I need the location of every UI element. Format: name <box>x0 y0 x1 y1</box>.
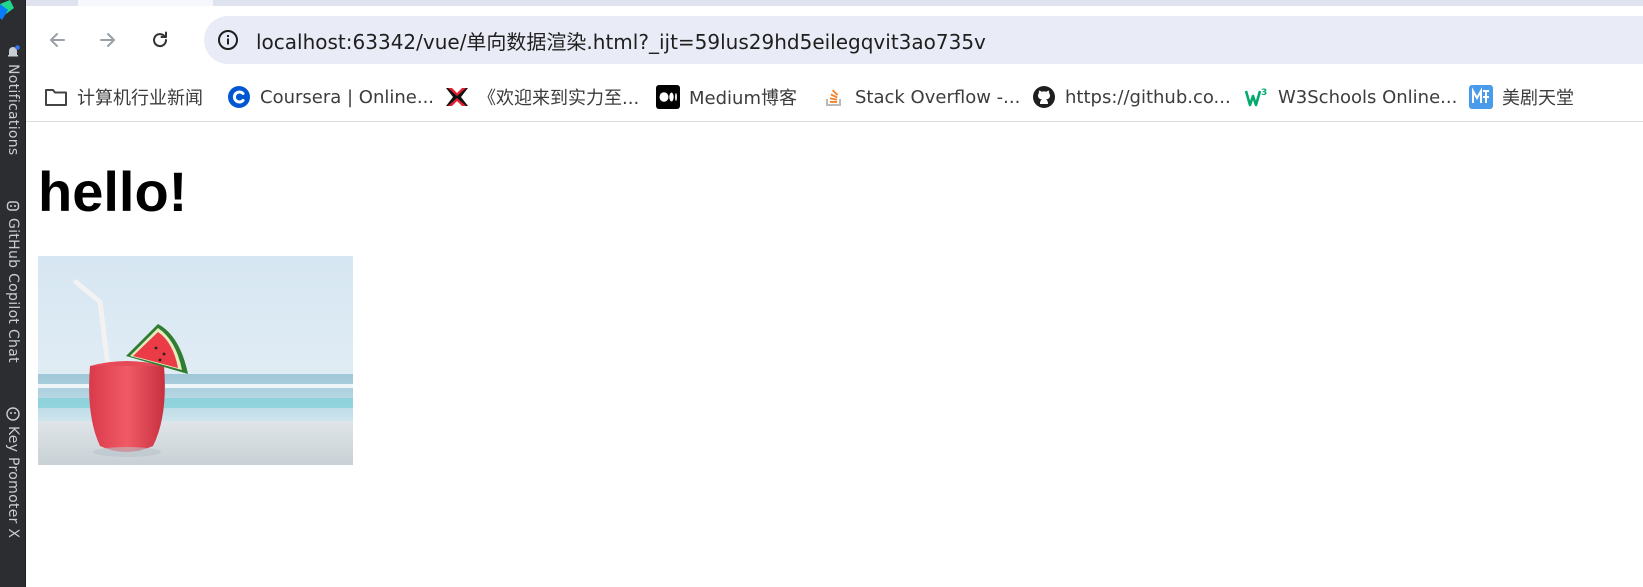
info-icon <box>218 30 238 50</box>
bookmark-label: Medium博客 <box>689 88 797 109</box>
coursera-icon <box>227 85 251 109</box>
svg-text:3: 3 <box>1261 88 1267 98</box>
bookmark-label: Coursera | Online... <box>260 86 435 108</box>
bookmark-meiju[interactable]: 美剧天堂 <box>1469 82 1574 112</box>
bookmark-label: 计算机行业新闻 <box>77 88 203 109</box>
bookmark-medium[interactable]: Medium博客 <box>656 82 797 112</box>
tool-label-notifications: Notifications <box>5 64 21 156</box>
reload-button[interactable] <box>144 24 176 56</box>
copilot-icon <box>5 198 21 214</box>
bookmark-folder-tech-news[interactable]: 计算机行业新闻 <box>44 82 203 112</box>
watermelon-drink-photo <box>38 256 353 465</box>
tool-label-key-promoter: Key Promoter X <box>5 426 21 539</box>
stackoverflow-icon <box>822 85 846 109</box>
arrow-right-icon <box>100 33 115 47</box>
meiju-icon <box>1469 85 1493 109</box>
key-promoter-icon <box>5 406 21 422</box>
medium-icon <box>656 85 680 109</box>
bookmark-coursera[interactable]: Coursera | Online... <box>227 82 434 112</box>
reload-icon <box>153 31 168 48</box>
ide-logo-icon <box>0 0 14 20</box>
bell-icon <box>5 44 21 60</box>
tool-label-copilot: GitHub Copilot Chat <box>5 218 21 363</box>
address-bar[interactable]: localhost:63342/vue/单向数据渲染.html?_ijt=59l… <box>204 16 1643 64</box>
bookmark-label: 美剧天堂 <box>1502 88 1574 109</box>
url-text[interactable]: localhost:63342/vue/单向数据渲染.html?_ijt=59l… <box>256 26 986 55</box>
github-icon <box>1032 85 1056 109</box>
bookmark-w3schools[interactable]: 3 W3Schools Online... <box>1245 82 1457 112</box>
browser-toolbar: localhost:63342/vue/单向数据渲染.html?_ijt=59l… <box>26 6 1643 74</box>
back-button[interactable] <box>41 24 73 56</box>
tool-github-copilot-chat[interactable]: GitHub Copilot Chat <box>0 198 26 363</box>
arrow-left-icon <box>50 33 65 47</box>
bookmark-label: https://github.co... <box>1065 86 1231 108</box>
site-info-button[interactable] <box>212 24 244 56</box>
page-content: hello! <box>26 122 1643 587</box>
forward-button[interactable] <box>92 24 124 56</box>
tool-key-promoter-x[interactable]: Key Promoter X <box>0 406 26 538</box>
bookmark-label: 《欢迎来到实力至... <box>478 88 640 109</box>
bookmark-anime[interactable]: 《欢迎来到实力至... <box>445 82 639 112</box>
bookmark-github[interactable]: https://github.co... <box>1032 82 1231 112</box>
browser-window: localhost:63342/vue/单向数据渲染.html?_ijt=59l… <box>26 0 1643 587</box>
w3schools-icon: 3 <box>1245 85 1269 109</box>
ide-tool-window-strip: Notifications GitHub Copilot Chat Key Pr… <box>0 0 26 587</box>
bookmark-label: W3Schools Online... <box>1278 86 1458 108</box>
bookmarks-bar: 计算机行业新闻 Coursera | Online... 《欢迎来到实力至...… <box>26 74 1643 122</box>
tool-notifications[interactable]: Notifications <box>0 44 26 156</box>
folder-icon <box>44 85 68 109</box>
anime-logo-icon <box>445 85 469 109</box>
bookmark-label: Stack Overflow -... <box>855 86 1021 108</box>
bookmark-stack-overflow[interactable]: Stack Overflow -... <box>822 82 1020 112</box>
page-heading: hello! <box>38 160 188 223</box>
